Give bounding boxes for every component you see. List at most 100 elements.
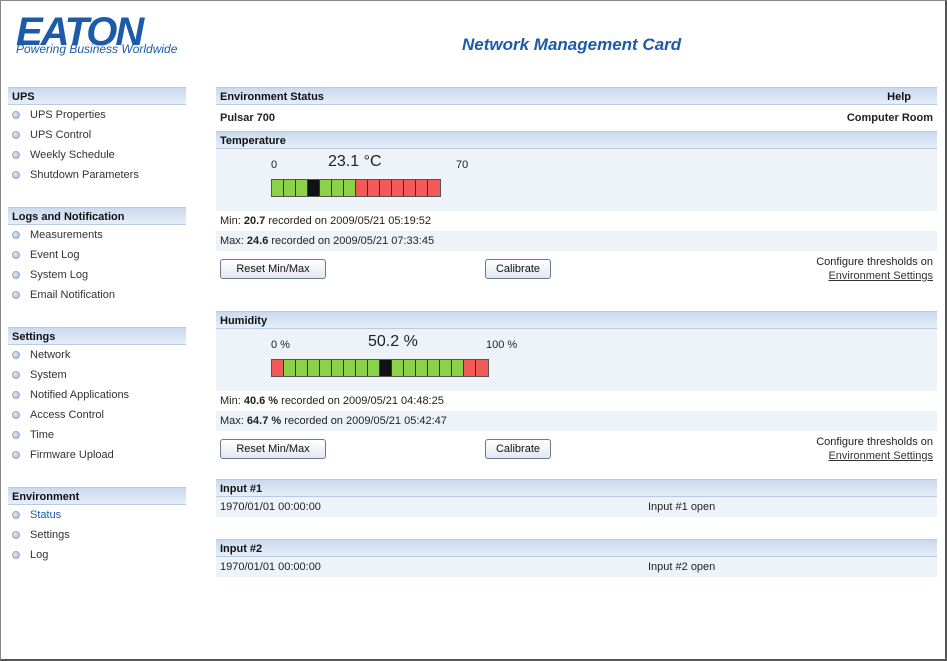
- gauge-green-segment: [428, 360, 440, 376]
- bullet-icon: [12, 511, 20, 519]
- bullet-icon: [12, 171, 20, 179]
- bullet-icon: [12, 391, 20, 399]
- sidebar-item-email-notification[interactable]: Email Notification: [8, 285, 186, 305]
- humidity-actions: Reset Min/Max Calibrate Configure thresh…: [216, 431, 937, 471]
- max-recorded: recorded on 2009/05/21 07:33:45: [271, 235, 435, 247]
- bullet-icon: [12, 371, 20, 379]
- section-title: Environment Status: [220, 91, 324, 103]
- max-value: 24.6: [246, 235, 269, 247]
- gauge-green-segment: [440, 360, 452, 376]
- sidebar-item-ups-properties[interactable]: UPS Properties: [8, 105, 186, 125]
- sidebar-section-settings: Settings Network System Notified Applica…: [8, 327, 186, 465]
- bullet-icon: [12, 231, 20, 239]
- gauge-green-segment: [452, 360, 464, 376]
- sidebar-item-weekly-schedule[interactable]: Weekly Schedule: [8, 145, 186, 165]
- temperature-header: Temperature: [216, 131, 937, 149]
- gauge-green-segment: [344, 360, 356, 376]
- calibrate-button[interactable]: Calibrate: [485, 439, 551, 459]
- min-prefix: Min:: [220, 215, 241, 227]
- gauge-red-segment: [356, 180, 368, 196]
- sidebar-item-access-control[interactable]: Access Control: [8, 405, 186, 425]
- bullet-icon: [12, 451, 20, 459]
- device-name: Pulsar 700: [220, 112, 276, 124]
- bullet-icon: [12, 271, 20, 279]
- temperature-actions: Reset Min/Max Calibrate Configure thresh…: [216, 251, 937, 291]
- sidebar-item-system-log[interactable]: System Log: [8, 265, 186, 285]
- sidebar-item-status[interactable]: Status: [8, 505, 186, 525]
- configure-text: Configure thresholds on: [816, 256, 933, 268]
- environment-settings-link[interactable]: Environment Settings: [816, 449, 933, 463]
- sidebar-item-ups-control[interactable]: UPS Control: [8, 125, 186, 145]
- gauge-green-segment: [296, 180, 308, 196]
- sidebar-section-logs: Logs and Notification Measurements Event…: [8, 207, 186, 305]
- humidity-max-row: Max: 64.7 % recorded on 2009/05/21 05:42…: [216, 411, 937, 431]
- input-state: Input #1 open: [648, 501, 716, 513]
- temperature-max-row: Max: 24.6 recorded on 2009/05/21 07:33:4…: [216, 231, 937, 251]
- input2-header: Input #2: [216, 539, 937, 557]
- input1-header: Input #1: [216, 479, 937, 497]
- gauge-value: 23.1 °C: [328, 153, 382, 170]
- temperature-min-row: Min: 20.7 recorded on 2009/05/21 05:19:5…: [216, 211, 937, 231]
- gauge-green-segment: [416, 360, 428, 376]
- sidebar-item-firmware-upload[interactable]: Firmware Upload: [8, 445, 186, 465]
- sidebar-heading: Logs and Notification: [8, 207, 186, 225]
- reset-minmax-button[interactable]: Reset Min/Max: [220, 259, 326, 279]
- gauge-green-segment: [356, 360, 368, 376]
- temperature-gauge: 0 23.1 °C 70: [216, 149, 937, 211]
- gauge-green-segment: [392, 360, 404, 376]
- gauge-green-segment: [284, 360, 296, 376]
- reset-minmax-button[interactable]: Reset Min/Max: [220, 439, 326, 459]
- device-location: Computer Room: [846, 112, 933, 124]
- sidebar-item-env-log[interactable]: Log: [8, 545, 186, 565]
- gauge-green-segment: [320, 360, 332, 376]
- main-content: Environment Status Help Pulsar 700 Compu…: [216, 87, 937, 577]
- input-state: Input #2 open: [648, 561, 716, 573]
- max-prefix: Max:: [220, 235, 244, 247]
- calibrate-button[interactable]: Calibrate: [485, 259, 551, 279]
- bullet-icon: [12, 291, 20, 299]
- max-prefix: Max:: [220, 415, 244, 427]
- gauge-max-label: 70: [456, 159, 469, 171]
- gauge-marker-segment: [380, 360, 392, 376]
- gauge-green-segment: [368, 360, 380, 376]
- eaton-logo: EATON: [16, 12, 186, 70]
- sidebar-section-environment: Environment Status Settings Log: [8, 487, 186, 565]
- bullet-icon: [12, 351, 20, 359]
- section-title: Input #2: [220, 543, 263, 555]
- sidebar-item-event-log[interactable]: Event Log: [8, 245, 186, 265]
- sidebar-item-time[interactable]: Time: [8, 425, 186, 445]
- gauge-red-segment: [380, 180, 392, 196]
- sidebar-item-env-settings[interactable]: Settings: [8, 525, 186, 545]
- bullet-icon: [12, 531, 20, 539]
- help-link[interactable]: Help: [887, 88, 911, 106]
- input2-row: 1970/01/01 00:00:00 Input #2 open: [216, 557, 937, 577]
- configure-text: Configure thresholds on: [816, 436, 933, 448]
- page-title: Network Management Card: [462, 35, 682, 54]
- logo-tagline: Powering Business Worldwide: [16, 42, 178, 56]
- humidity-gauge: 0 % 50.2 % 100 %: [216, 329, 937, 391]
- sidebar-heading: UPS: [8, 87, 186, 105]
- gauge-max-label: 100 %: [486, 339, 518, 351]
- sidebar-item-measurements[interactable]: Measurements: [8, 225, 186, 245]
- environment-status-header: Environment Status Help: [216, 87, 937, 105]
- gauge-bar: [271, 179, 441, 197]
- sidebar-item-notified-applications[interactable]: Notified Applications: [8, 385, 186, 405]
- gauge-marker-segment: [308, 180, 320, 196]
- gauge-red-segment: [368, 180, 380, 196]
- sidebar-heading: Settings: [8, 327, 186, 345]
- gauge-green-segment: [272, 180, 284, 196]
- sidebar-item-system[interactable]: System: [8, 365, 186, 385]
- environment-settings-link[interactable]: Environment Settings: [816, 269, 933, 283]
- bullet-icon: [12, 411, 20, 419]
- gauge-bar: [271, 359, 489, 377]
- gauge-red-segment: [404, 180, 416, 196]
- sidebar: UPS UPS Properties UPS Control Weekly Sc…: [8, 87, 186, 565]
- gauge-green-segment: [344, 180, 356, 196]
- section-title: Humidity: [220, 315, 268, 327]
- section-title: Input #1: [220, 483, 263, 495]
- sidebar-item-shutdown-parameters[interactable]: Shutdown Parameters: [8, 165, 186, 185]
- gauge-green-segment: [332, 180, 344, 196]
- humidity-header: Humidity: [216, 311, 937, 329]
- sidebar-item-network[interactable]: Network: [8, 345, 186, 365]
- gauge-green-segment: [308, 360, 320, 376]
